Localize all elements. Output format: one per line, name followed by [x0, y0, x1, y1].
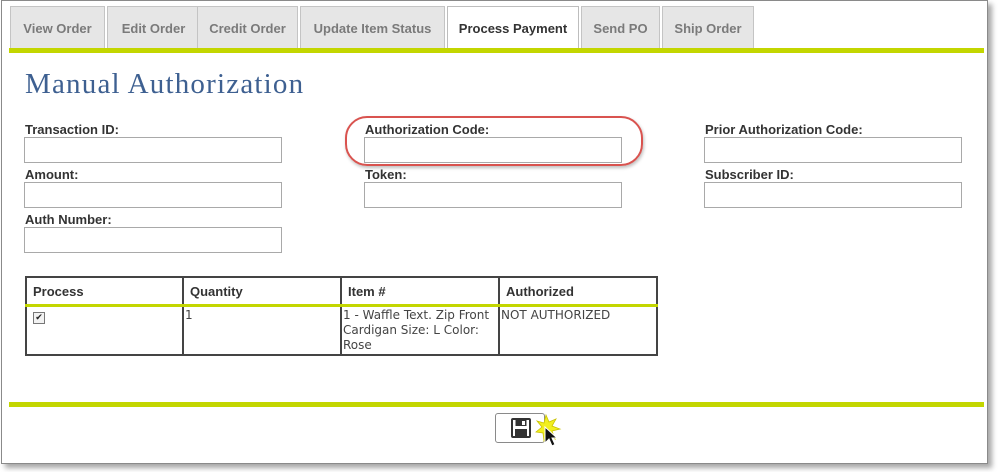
mouse-cursor-icon: [535, 413, 562, 447]
header-item-number: Item #: [340, 276, 500, 307]
process-cell: ✔: [25, 304, 184, 356]
amount-input[interactable]: [24, 182, 282, 208]
tab-update-item-status[interactable]: Update Item Status: [300, 6, 445, 49]
transaction-id-label: Transaction ID:: [25, 122, 119, 137]
subscriber-id-label: Subscriber ID:: [705, 167, 794, 182]
tab-send-po[interactable]: Send PO: [581, 6, 660, 49]
table-row: ✔ 1 1 - Waffle Text. Zip Front Cardigan …: [25, 304, 658, 356]
highlight-circle: [345, 116, 643, 166]
tab-ship-order[interactable]: Ship Order: [662, 6, 754, 49]
order-window: View Order Edit Order Credit Order Updat…: [1, 0, 988, 464]
table-header-row: Process Quantity Item # Authorized: [25, 276, 658, 307]
transaction-id-input[interactable]: [24, 137, 282, 163]
process-checkbox[interactable]: ✔: [33, 312, 45, 324]
page-title: Manual Authorization: [25, 68, 305, 100]
token-label: Token:: [365, 167, 407, 182]
header-authorized: Authorized: [498, 276, 658, 307]
header-quantity: Quantity: [182, 276, 342, 307]
prior-authorization-code-input[interactable]: [704, 137, 962, 163]
footer-accent-bar: [9, 402, 984, 407]
items-table: Process Quantity Item # Authorized ✔ 1 1…: [25, 276, 658, 356]
tab-credit-order[interactable]: Credit Order: [197, 6, 298, 49]
auth-number-input[interactable]: [24, 227, 282, 253]
amount-label: Amount:: [25, 167, 79, 182]
tab-edit-order[interactable]: Edit Order: [107, 6, 200, 49]
tab-view-order[interactable]: View Order: [10, 6, 105, 49]
header-accent-bar: [9, 48, 984, 53]
item-cell: 1 - Waffle Text. Zip Front Cardigan Size…: [340, 304, 500, 356]
authorized-cell: NOT AUTHORIZED: [498, 304, 658, 356]
tab-process-payment[interactable]: Process Payment: [447, 6, 579, 49]
prior-authorization-code-label: Prior Authorization Code:: [705, 122, 863, 137]
token-input[interactable]: [364, 182, 622, 208]
subscriber-id-input[interactable]: [704, 182, 962, 208]
header-process: Process: [25, 276, 184, 307]
auth-number-label: Auth Number:: [25, 212, 112, 227]
quantity-cell: 1: [182, 304, 342, 356]
